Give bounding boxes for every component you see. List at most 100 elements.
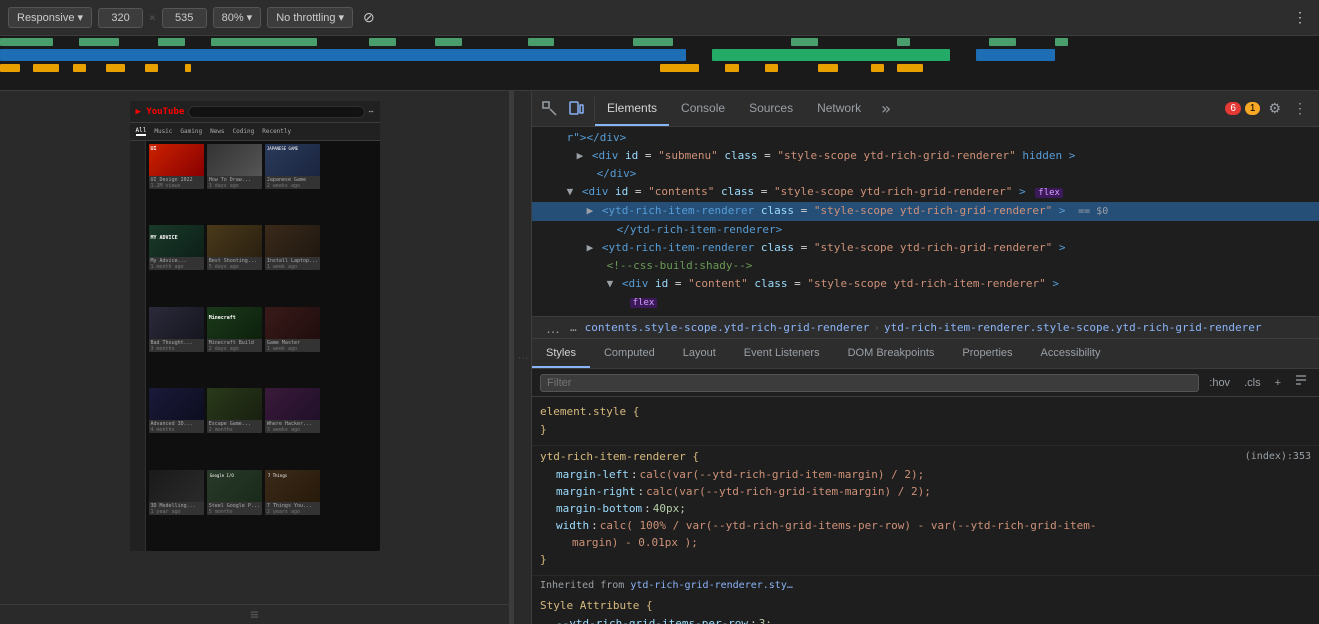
tl-bar [725, 64, 738, 72]
yt-thumb-info: Bad Thought...3 months [149, 339, 204, 352]
dom-line-7[interactable]: ▶ <ytd-rich-item-renderer class = "style… [532, 239, 1319, 257]
css-prop-margin-bottom: margin-bottom : 40px; [540, 500, 1311, 517]
yt-thumb-info: Advanced 3D...4 months [149, 420, 204, 433]
device-toolbar-button[interactable] [564, 97, 588, 121]
tab-elements[interactable]: Elements [595, 91, 669, 126]
tl-bar [145, 64, 158, 72]
dom-line-5[interactable]: ▶ <ytd-rich-item-renderer class = "style… [532, 202, 1319, 221]
styles-tab-dom-breakpoints[interactable]: DOM Breakpoints [834, 339, 949, 368]
yt-search-bar [188, 106, 364, 118]
tab-sources[interactable]: Sources [737, 91, 805, 126]
top-toolbar: Responsive ▾ × 80% ▾ No throttling ▾ ⊘ ⋮ [0, 0, 1319, 36]
network-conditions-button[interactable]: ⊘ [359, 5, 379, 30]
yt-thumb-7: Bad Thought...3 months [149, 307, 204, 352]
more-devtools-button[interactable]: ⋮ [1289, 96, 1311, 121]
hov-button[interactable]: :hov [1205, 375, 1234, 391]
yt-thumb-15: 7 Things 7 Things You...2 years ago [265, 470, 320, 515]
dom-line-1[interactable]: r"></div> [532, 129, 1319, 147]
browser-inner: ▶ YouTube ⋯ All Music Gaming News Coding… [0, 91, 509, 604]
tl-bar [897, 38, 910, 46]
yt-thumb-img: MY ADVICE [149, 225, 204, 257]
dom-line-9[interactable]: ▼ <div id = "content" class = "style-sco… [532, 275, 1319, 293]
yt-nav-news: News [210, 128, 224, 135]
dom-line-10[interactable]: flex [532, 293, 1319, 312]
yt-thumb-img [265, 225, 320, 257]
tl-bar [106, 64, 126, 72]
breadcrumb-ellipsis-button[interactable]: … [540, 318, 566, 338]
add-class-button[interactable]: + [1271, 375, 1285, 391]
tl-bar [633, 38, 673, 46]
devtools-tabs: Elements Console Sources Network » [595, 91, 1217, 126]
styles-tab-styles[interactable]: Styles [532, 339, 590, 368]
tl-bar [0, 38, 53, 46]
styles-tab-event-listeners[interactable]: Event Listeners [730, 339, 834, 368]
warning-count-badge: 1 [1245, 102, 1261, 115]
devtools-topbar: Elements Console Sources Network » 6 1 ⚙ [532, 91, 1319, 127]
devtools-right-icons: 6 1 ⚙ ⋮ [1217, 96, 1319, 121]
tab-network[interactable]: Network [805, 91, 873, 126]
preview-handle[interactable]: ≡ [0, 604, 509, 624]
tl-bar [976, 49, 1055, 61]
new-rule-button[interactable] [1291, 373, 1311, 392]
yt-thumb-3: JAPANESE GAME Japanese Game2 weeks ago [265, 144, 320, 189]
yt-thumb-info: 3D Modelling...1 year ago [149, 502, 204, 515]
dom-line-3[interactable]: </div> [532, 165, 1319, 183]
ytd-rich-item-rule: ytd-rich-item-renderer { (index):353 mar… [532, 446, 1319, 576]
height-input[interactable] [162, 8, 207, 28]
tl-bar [0, 49, 686, 61]
cls-button[interactable]: .cls [1240, 375, 1265, 391]
tl-bar [435, 38, 461, 46]
rule1-link[interactable]: (index):353 [1245, 448, 1311, 466]
yt-thumb-img [265, 388, 320, 420]
yt-body: UI UI Design 20221.2M views How To Draw.… [130, 141, 380, 551]
tab-more-button[interactable]: » [873, 99, 899, 118]
styles-tab-layout[interactable]: Layout [669, 339, 730, 368]
tab-console[interactable]: Console [669, 91, 737, 126]
breadcrumb-renderer[interactable]: ytd-rich-item-renderer.style-scope.ytd-r… [884, 321, 1262, 334]
resize-icon: ≡ [250, 607, 258, 623]
zoom-dropdown[interactable]: 80% ▾ [213, 7, 262, 28]
yt-thumb-img: Minecraft [207, 307, 262, 339]
width-input[interactable] [98, 8, 143, 28]
throttle-dropdown[interactable]: No throttling ▾ [267, 7, 353, 28]
dom-line-4[interactable]: ▼ <div id = "contents" class = "style-sc… [532, 183, 1319, 202]
styles-panel: Styles Computed Layout Event Listeners D… [532, 339, 1319, 624]
dom-line-8[interactable]: <!--css-build:shady--> [532, 257, 1319, 275]
style-attr-selector: Style Attribute { [540, 597, 1311, 615]
dom-line-6[interactable]: </ytd-rich-item-renderer> [532, 221, 1319, 239]
yt-thumb-img [149, 388, 204, 420]
yt-thumb-13: 3D Modelling...1 year ago [149, 470, 204, 515]
responsive-dropdown[interactable]: Responsive ▾ [8, 7, 92, 28]
styles-tab-computed[interactable]: Computed [590, 339, 669, 368]
tl-bar [871, 64, 884, 72]
yt-icons: ⋯ [369, 107, 374, 116]
yt-thumb-info: Japanese Game2 weeks ago [265, 176, 320, 189]
dimension-separator: × [149, 11, 156, 24]
yt-thumb-5: Best Shooting...5 days ago [207, 225, 262, 270]
styles-tab-properties[interactable]: Properties [948, 339, 1026, 368]
dom-line-2[interactable]: ▶ <div id = "submenu" class = "style-sco… [532, 147, 1319, 165]
inherited-source-1[interactable]: ytd-rich-grid-renderer.sty… [630, 580, 793, 591]
throttle-label: No throttling [276, 12, 335, 24]
browser-preview: ▶ YouTube ⋯ All Music Gaming News Coding… [0, 91, 510, 624]
yt-nav-music: Music [154, 128, 172, 135]
yt-logo: ▶ YouTube [136, 107, 185, 117]
yt-thumb-info: 7 Things You...2 years ago [265, 502, 320, 515]
styles-tab-accessibility[interactable]: Accessibility [1027, 339, 1115, 368]
yt-nav-recently: Recently [262, 128, 291, 135]
yt-thumb-info: Minecraft Build2 days ago [207, 339, 262, 352]
more-options-button[interactable]: ⋮ [1289, 5, 1311, 30]
element-style-block: element.style { } [532, 401, 1319, 446]
tl-bar [0, 64, 20, 72]
breadcrumb-contents[interactable]: contents.style-scope.ytd-rich-grid-rende… [585, 321, 870, 334]
inspect-element-button[interactable] [538, 97, 562, 121]
styles-filter-input[interactable] [540, 374, 1199, 392]
yt-thumb-10: Advanced 3D...4 months [149, 388, 204, 433]
settings-button[interactable]: ⚙ [1264, 96, 1285, 121]
horizontal-resize-handle[interactable]: ⋮ [514, 91, 532, 624]
yt-header: ▶ YouTube ⋯ [130, 101, 380, 123]
css-prop-width: width : calc( 100% / var(--ytd-rich-grid… [540, 517, 1311, 534]
yt-nav-coding: Coding [233, 128, 255, 135]
tl-bar [765, 64, 778, 72]
tl-bar [660, 64, 700, 72]
